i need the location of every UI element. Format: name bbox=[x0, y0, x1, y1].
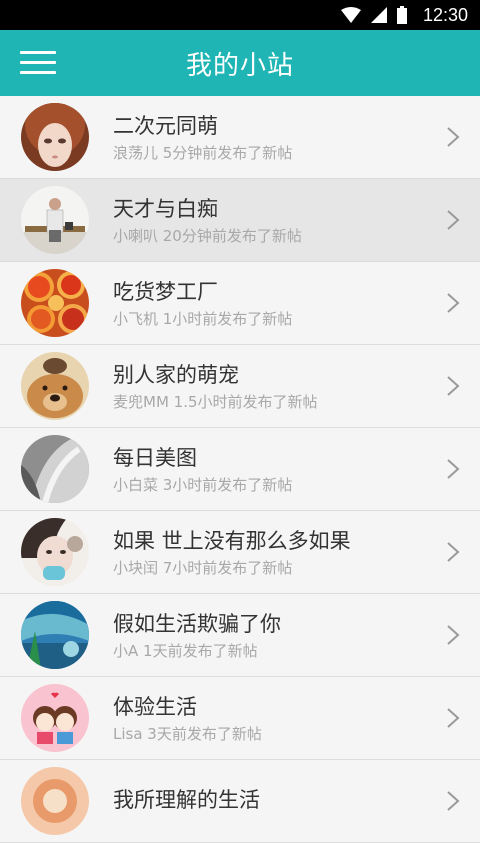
station-list: 二次元同萌 浪荡儿 5分钟前发布了新帖 天才与白痴 小喇叭 20分钟前发布了新帖 bbox=[0, 96, 480, 843]
item-subtitle: 小A 1天前发布了新帖 bbox=[113, 641, 258, 660]
item-subtitle: Lisa 3天前发布了新帖 bbox=[113, 724, 262, 743]
list-item[interactable]: 别人家的萌宠 麦兜MM 1.5小时前发布了新帖 bbox=[0, 345, 480, 428]
item-title: 假如生活欺骗了你 bbox=[113, 611, 281, 636]
item-subtitle: 小飞机 1小时前发布了新帖 bbox=[113, 309, 293, 328]
list-item[interactable]: 吃货梦工厂 小飞机 1小时前发布了新帖 bbox=[0, 262, 480, 345]
chevron-right-icon bbox=[447, 791, 460, 811]
item-title: 每日美图 bbox=[113, 445, 197, 470]
page-title: 我的小站 bbox=[185, 50, 294, 81]
girl-avatar bbox=[21, 518, 89, 586]
chevron-right-icon bbox=[447, 210, 460, 230]
item-title: 我所理解的生活 bbox=[113, 788, 260, 812]
list-item[interactable]: 二次元同萌 浪荡儿 5分钟前发布了新帖 bbox=[0, 96, 480, 179]
item-subtitle: 小块闰 7小时前发布了新帖 bbox=[113, 558, 293, 577]
signal-icon bbox=[370, 7, 387, 23]
item-subtitle: 小白菜 3小时前发布了新帖 bbox=[113, 475, 293, 494]
battery-icon bbox=[396, 6, 407, 24]
item-subtitle: 浪荡儿 5分钟前发布了新帖 bbox=[113, 143, 293, 162]
list-item[interactable]: 天才与白痴 小喇叭 20分钟前发布了新帖 bbox=[0, 179, 480, 262]
item-title: 如果 世上没有那么多如果 bbox=[113, 528, 351, 553]
chevron-right-icon bbox=[447, 625, 460, 645]
list-item[interactable]: 如果 世上没有那么多如果 小块闰 7小时前发布了新帖 bbox=[0, 511, 480, 594]
menu-button[interactable] bbox=[20, 51, 56, 75]
item-subtitle: 麦兜MM 1.5小时前发布了新帖 bbox=[113, 392, 318, 411]
item-subtitle: 小喇叭 20分钟前发布了新帖 bbox=[113, 226, 302, 245]
item-title: 天才与白痴 bbox=[113, 196, 218, 221]
chevron-right-icon bbox=[447, 542, 460, 562]
chevron-right-icon bbox=[447, 708, 460, 728]
item-title: 体验生活 bbox=[113, 694, 197, 719]
list-item[interactable]: 我所理解的生活 bbox=[0, 760, 480, 843]
status-bar: 12:30 bbox=[0, 0, 480, 30]
orange-slices-avatar bbox=[21, 269, 89, 337]
cartoon-kids-avatar bbox=[21, 684, 89, 752]
list-item[interactable]: 假如生活欺骗了你 小A 1天前发布了新帖 bbox=[0, 594, 480, 677]
bench-man-avatar bbox=[21, 186, 89, 254]
wifi-icon bbox=[340, 7, 361, 23]
status-time: 12:30 bbox=[422, 4, 468, 25]
list-item[interactable]: 体验生活 Lisa 3天前发布了新帖 bbox=[0, 677, 480, 760]
doll-avatar bbox=[21, 103, 89, 171]
item-title: 吃货梦工厂 bbox=[113, 279, 218, 304]
app-bar: 我的小站 bbox=[0, 30, 480, 96]
chevron-right-icon bbox=[447, 459, 460, 479]
chevron-right-icon bbox=[447, 293, 460, 313]
landscape-avatar bbox=[21, 601, 89, 669]
life-avatar bbox=[21, 767, 89, 835]
dog-avatar bbox=[21, 352, 89, 420]
chevron-right-icon bbox=[447, 376, 460, 396]
item-title: 二次元同萌 bbox=[113, 113, 218, 138]
photo-avatar bbox=[21, 435, 89, 503]
list-item[interactable]: 每日美图 小白菜 3小时前发布了新帖 bbox=[0, 428, 480, 511]
chevron-right-icon bbox=[447, 127, 460, 147]
item-title: 别人家的萌宠 bbox=[113, 362, 239, 387]
